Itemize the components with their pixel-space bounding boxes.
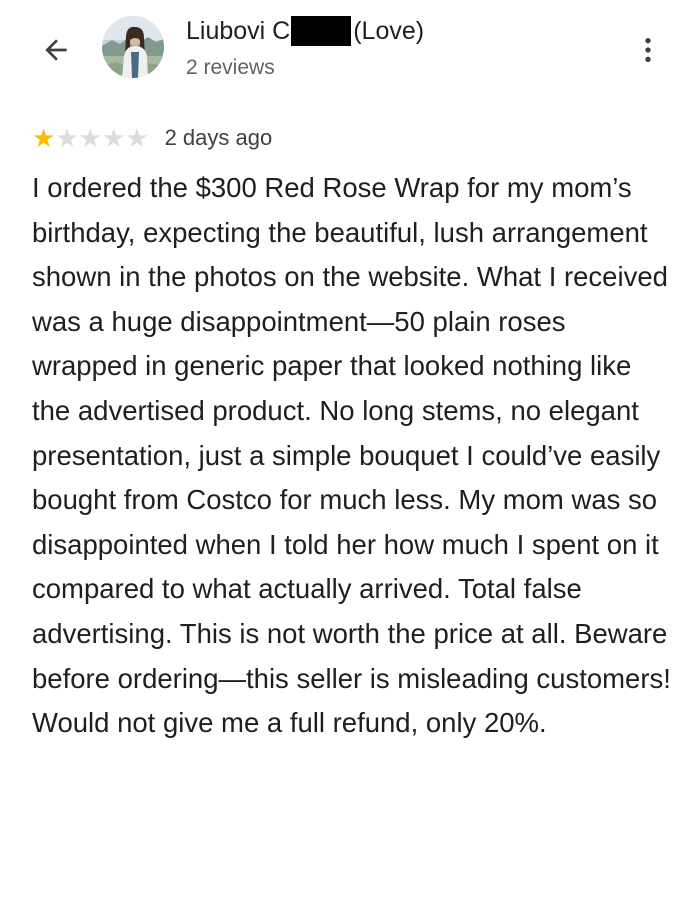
star-empty-icon: ★	[78, 123, 102, 153]
rating-row: ★ ★ ★ ★ ★ 2 days ago	[32, 122, 272, 154]
reviews-count: 2 reviews	[186, 56, 275, 79]
avatar[interactable]	[102, 16, 164, 78]
reviewer-first-name: Liubovi C	[186, 16, 291, 45]
arrow-back-icon	[45, 39, 67, 61]
reviewer-header: Liubovi C (Love) 2 reviews	[0, 0, 700, 110]
avatar-photo	[102, 16, 164, 78]
star-empty-icon: ★	[125, 123, 149, 153]
more-vert-icon	[645, 38, 651, 62]
star-empty-icon: ★	[101, 123, 126, 153]
review-text: I ordered the $300 Red Rose Wrap for my …	[32, 172, 671, 739]
star-rating: ★ ★ ★ ★ ★	[32, 125, 149, 151]
star-empty-icon: ★	[55, 123, 79, 153]
reviewer-name[interactable]: Liubovi C (Love)	[186, 14, 424, 48]
more-options-button[interactable]	[630, 28, 666, 72]
reviewer-nickname: (Love)	[353, 16, 425, 45]
redaction-bar	[291, 16, 352, 46]
review-date: 2 days ago	[164, 125, 273, 150]
back-button[interactable]	[34, 28, 78, 72]
star-filled-icon: ★	[32, 123, 56, 153]
